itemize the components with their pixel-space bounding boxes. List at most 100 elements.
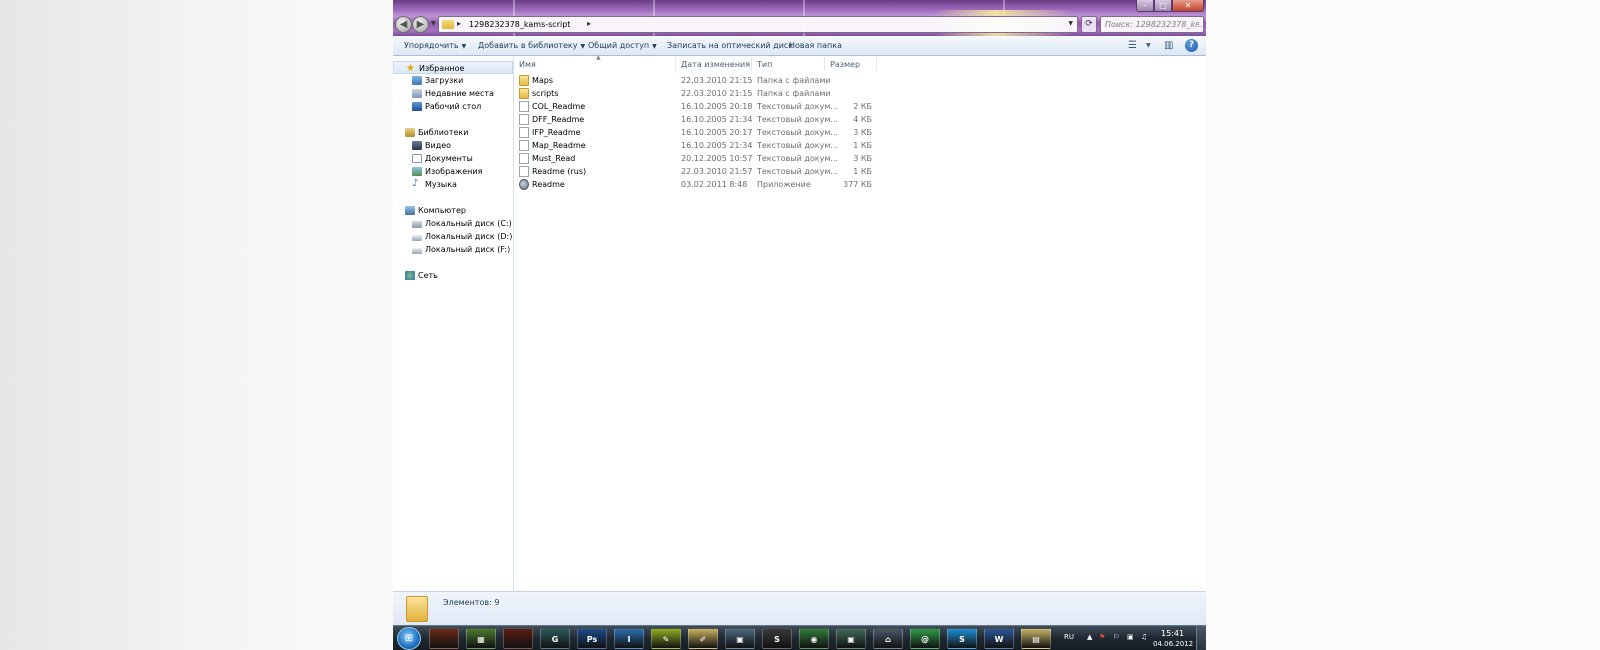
- nav-favorites[interactable]: ★ Избранное: [393, 61, 513, 74]
- file-row[interactable]: IFP_Readme 16.10.2005 20:17 Текстовый до…: [519, 126, 879, 139]
- nav-network[interactable]: Сеть: [393, 269, 513, 282]
- clock-date[interactable]: 04.06.2012: [1153, 640, 1193, 648]
- file-row[interactable]: DFF_Readme 16.10.2005 21:34 Текстовый до…: [519, 113, 879, 126]
- breadcrumb-chevron-icon[interactable]: ▸: [587, 19, 591, 28]
- view-options-icon[interactable]: ☰: [1128, 40, 1137, 51]
- file-row[interactable]: Maps 22.03.2010 21:15 Папка с файлами: [519, 74, 879, 87]
- column-divider[interactable]: [824, 57, 825, 71]
- taskbar-game-app-2-button[interactable]: [503, 628, 533, 649]
- taskbar-photoshop-app-button[interactable]: Ps: [577, 628, 607, 649]
- language-indicator[interactable]: RU: [1064, 633, 1074, 641]
- taskbar-skype-app-button[interactable]: S: [947, 628, 977, 649]
- refresh-button[interactable]: ⟳: [1081, 16, 1097, 33]
- address-bar[interactable]: ▸ 1298232378_kams-script ▸ ▼: [438, 16, 1078, 33]
- nav-item-music[interactable]: ♪ Музыка: [393, 178, 513, 191]
- tray-app-icon[interactable]: ⚑: [1099, 633, 1105, 641]
- nav-libraries[interactable]: Библиотеки: [393, 126, 513, 139]
- nav-item-desktop[interactable]: Рабочий стол: [393, 100, 513, 113]
- add-to-library-button[interactable]: Добавить в библиотеку ▼: [478, 41, 585, 50]
- column-header-size[interactable]: Размер: [830, 60, 860, 69]
- file-name: Map_Readme: [532, 141, 586, 150]
- application-icon: [519, 179, 529, 190]
- file-row[interactable]: Readme 03.02.2011 8:48 Приложение 377 КБ: [519, 178, 879, 191]
- nav-item-label: Локальный диск (C:): [425, 219, 512, 228]
- column-divider[interactable]: [876, 57, 877, 71]
- address-dropdown-icon[interactable]: ▼: [1068, 20, 1073, 27]
- share-button[interactable]: Общий доступ ▼: [588, 41, 657, 50]
- taskbar-window-app-2-button[interactable]: ▣: [836, 628, 866, 649]
- show-hidden-icons-icon[interactable]: ▲: [1087, 633, 1092, 641]
- file-size: 377 КБ: [843, 180, 872, 189]
- taskbar-dictionary-app-button[interactable]: I: [614, 628, 644, 649]
- preview-pane-icon[interactable]: ▥: [1164, 40, 1173, 51]
- nav-item-drive-c[interactable]: Локальный диск (C:): [393, 217, 513, 230]
- maximize-button[interactable]: □: [1154, 0, 1172, 12]
- column-divider[interactable]: [675, 57, 676, 71]
- search-icon[interactable]: ⌕: [1195, 19, 1200, 29]
- file-row[interactable]: scripts 22.03.2010 21:15 Папка с файлами: [519, 87, 879, 100]
- file-name: Must_Read: [532, 154, 576, 163]
- volume-icon[interactable]: ♫: [1141, 633, 1147, 641]
- taskbar-library-app-button[interactable]: ▦: [466, 628, 496, 649]
- minimize-button[interactable]: –: [1136, 0, 1154, 12]
- organize-button[interactable]: Упорядочить ▼: [404, 41, 466, 50]
- taskbar-word-app-button[interactable]: W: [984, 628, 1014, 649]
- taskbar-steam-app-button[interactable]: S: [762, 628, 792, 649]
- nav-item-downloads[interactable]: Загрузки: [393, 74, 513, 87]
- system-tray: RU ▲ ⚑ ⚐ ▣ ♫ 15:41 04.06.2012: [1061, 626, 1206, 650]
- taskbar-network-app-button[interactable]: ⌂: [873, 628, 903, 649]
- nav-computer[interactable]: Компьютер: [393, 204, 513, 217]
- column-header-type[interactable]: Тип: [757, 60, 772, 69]
- taskbar-explorer-app-button[interactable]: ▤: [1021, 628, 1051, 649]
- chevron-down-icon: ▼: [461, 43, 467, 50]
- file-row[interactable]: Readme (rus) 22.03.2010 21:57 Текстовый …: [519, 165, 879, 178]
- file-type: Приложение: [757, 180, 811, 189]
- new-folder-button[interactable]: Новая папка: [789, 41, 842, 50]
- nav-item-pictures[interactable]: Изображения: [393, 165, 513, 178]
- nav-computer-label: Компьютер: [418, 206, 466, 215]
- action-center-icon[interactable]: ⚐: [1113, 633, 1119, 641]
- file-list: Имя ▲ Дата изменения Тип Размер Maps 22.…: [515, 54, 1206, 591]
- file-size: 1 КБ: [853, 141, 872, 150]
- taskbar-notes-app-button[interactable]: ✎: [651, 628, 681, 649]
- search-input[interactable]: Поиск: 1298232378_k... ⌕: [1100, 16, 1204, 33]
- clock-time[interactable]: 15:41: [1161, 629, 1184, 638]
- breadcrumb-chevron-icon[interactable]: ▸: [457, 19, 461, 28]
- file-row[interactable]: COL_Readme 16.10.2005 20:18 Текстовый до…: [519, 100, 879, 113]
- taskbar-window-app-button[interactable]: ▣: [725, 628, 755, 649]
- breadcrumb-current-folder[interactable]: 1298232378_kams-script: [469, 20, 570, 29]
- column-header-name[interactable]: Имя: [519, 60, 536, 69]
- taskbar-chrome-app-button[interactable]: ◉: [799, 628, 829, 649]
- column-header-date[interactable]: Дата изменения: [681, 60, 750, 69]
- taskbar-game-app-1-button[interactable]: [429, 628, 459, 649]
- nav-item-label: Документы: [425, 154, 473, 163]
- nav-item-recent-places[interactable]: Недавние места: [393, 87, 513, 100]
- nav-item-documents[interactable]: Документы: [393, 152, 513, 165]
- folder-icon: [519, 88, 529, 99]
- file-row[interactable]: Must_Read 20.12.2005 10:57 Текстовый док…: [519, 152, 879, 165]
- downloads-icon: [412, 76, 422, 85]
- folder-icon: [406, 596, 428, 622]
- chevron-down-icon: ▼: [652, 43, 657, 50]
- nav-item-drive-d[interactable]: Локальный диск (D:): [393, 230, 513, 243]
- back-button[interactable]: ◀: [395, 16, 412, 33]
- burn-button[interactable]: Записать на оптический диск: [667, 41, 793, 50]
- show-desktop-button[interactable]: [1196, 626, 1206, 650]
- start-button[interactable]: ⊞: [397, 627, 421, 650]
- taskbar-3d-app-button[interactable]: G: [540, 628, 570, 649]
- chevron-down-icon[interactable]: ▼: [1146, 42, 1151, 49]
- recent-pages-dropdown[interactable]: ▼: [431, 20, 436, 27]
- column-divider[interactable]: [751, 57, 752, 71]
- file-row[interactable]: Map_Readme 16.10.2005 21:34 Текстовый до…: [519, 139, 879, 152]
- forward-button[interactable]: ▶: [412, 16, 429, 33]
- taskbar-mail-agent-app-button[interactable]: @: [910, 628, 940, 649]
- nav-item-drive-f[interactable]: Локальный диск (F:): [393, 243, 513, 256]
- video-library-icon: [412, 141, 422, 150]
- help-button[interactable]: ?: [1185, 39, 1198, 52]
- close-button[interactable]: ✕: [1172, 0, 1204, 12]
- nav-item-video[interactable]: Видео: [393, 139, 513, 152]
- taskbar-paint-app-button[interactable]: ✐: [688, 628, 718, 649]
- file-name: Readme: [532, 180, 565, 189]
- folder-icon: [442, 20, 454, 29]
- network-status-icon[interactable]: ▣: [1127, 633, 1134, 641]
